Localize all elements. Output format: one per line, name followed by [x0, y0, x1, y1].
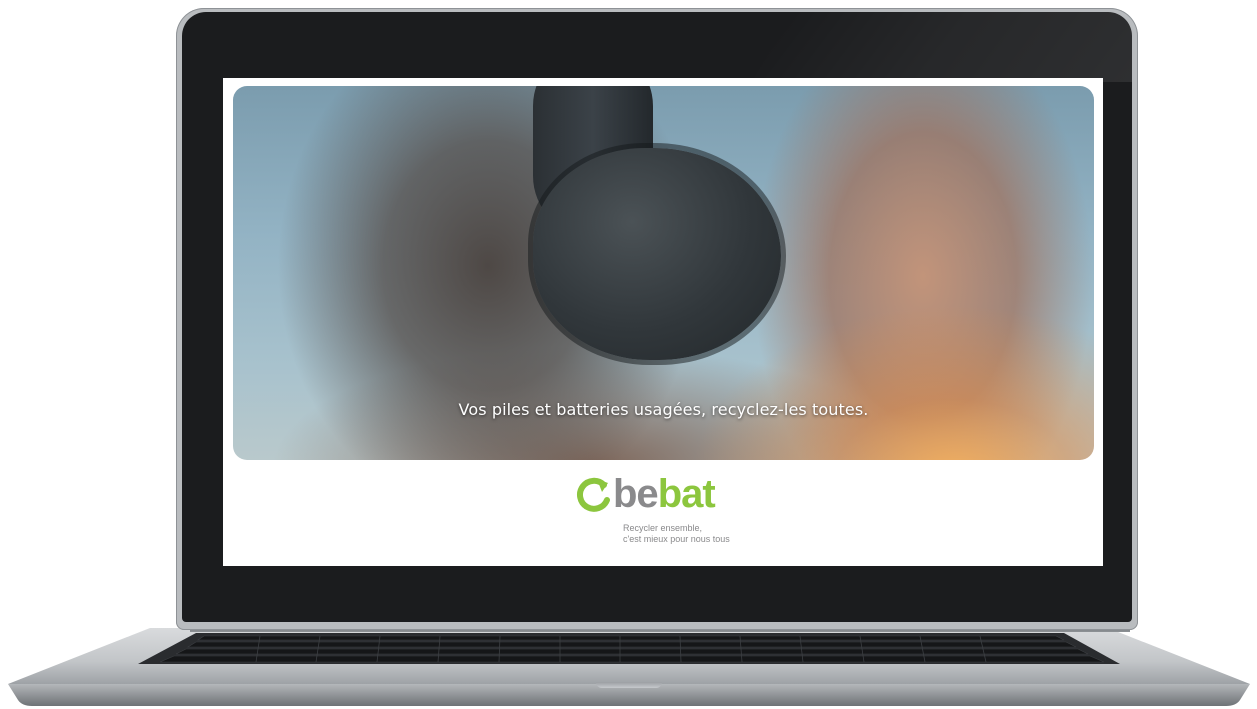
video-subtitle: Vos piles et batteries usagées, recyclez…: [458, 400, 869, 419]
video-player[interactable]: Vos piles et batteries usagées, recyclez…: [233, 86, 1094, 460]
headphone-earcup: [533, 148, 781, 360]
screen-glare: [751, 12, 1132, 82]
bebat-logo[interactable]: bebat Recycler ensemble, c'est mieux pou…: [575, 472, 765, 554]
recycle-arrow-icon: [577, 477, 610, 512]
laptop-opening-notch: [596, 682, 662, 688]
web-page: Vos piles et batteries usagées, recyclez…: [223, 78, 1103, 566]
brand-tagline-line1: Recycler ensemble,: [623, 523, 703, 533]
brand-wordmark: bebat: [613, 468, 716, 520]
brand-wordmark-bat: bat: [657, 472, 716, 516]
brand-wordmark-be: be: [613, 472, 659, 516]
brand-tagline: Recycler ensemble, c'est mieux pour nous…: [623, 523, 730, 545]
laptop-lid: Vos piles et batteries usagées, recyclez…: [176, 8, 1138, 630]
screen-bezel: Vos piles et batteries usagées, recyclez…: [182, 12, 1132, 622]
brand-tagline-line2: c'est mieux pour nous tous: [623, 534, 730, 544]
